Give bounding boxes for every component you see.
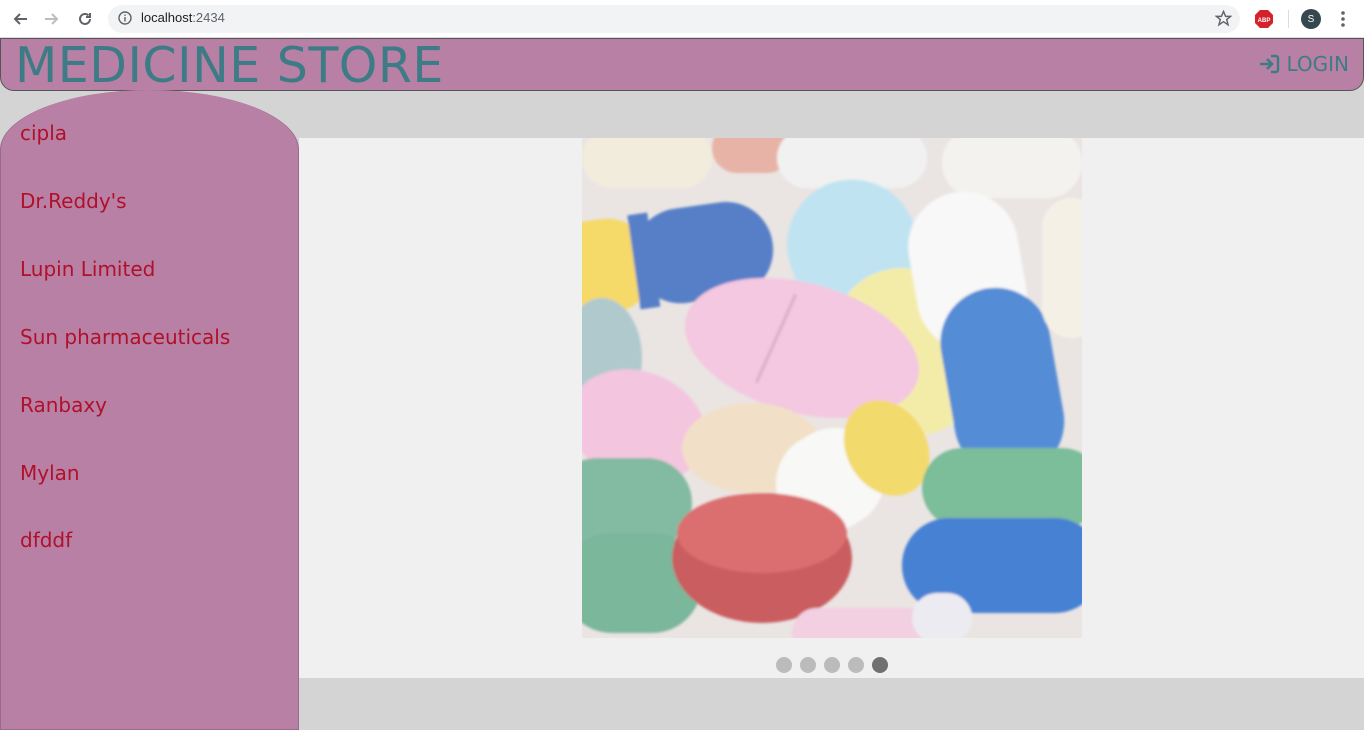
kebab-menu-icon[interactable] <box>1335 10 1351 28</box>
sidebar-item-sun-pharmaceuticals[interactable]: Sun pharmaceuticals <box>20 325 230 349</box>
login-link[interactable]: LOGIN <box>1259 52 1349 76</box>
login-label: LOGIN <box>1286 52 1349 76</box>
sidebar-item-dfddf[interactable]: dfddf <box>20 528 72 552</box>
site-title: MEDICINE STORE <box>15 37 444 94</box>
sidebar: cipla Dr.Reddy's Lupin Limited Sun pharm… <box>0 90 299 730</box>
info-icon <box>118 11 132 25</box>
forward-button[interactable] <box>41 8 63 30</box>
slide-dot-5[interactable] <box>872 657 888 673</box>
reload-icon <box>79 12 91 25</box>
sign-in-icon <box>1260 54 1280 74</box>
url-host: localhost <box>141 10 193 25</box>
address-bar[interactable]: localhost:2434 <box>108 5 1240 33</box>
sidebar-item-mylan[interactable]: Mylan <box>20 461 80 485</box>
url-port: :2434 <box>192 10 225 25</box>
sidebar-item-lupin-limited[interactable]: Lupin Limited <box>20 257 155 281</box>
pills-photo-icon <box>582 138 1082 638</box>
url-text: localhost:2434 <box>141 10 225 25</box>
profile-avatar[interactable]: S <box>1301 9 1321 29</box>
svg-text:ABP: ABP <box>1258 18 1271 24</box>
slideshow-dots <box>776 657 888 673</box>
arrow-right-icon <box>45 13 59 25</box>
bookmark-star-icon[interactable] <box>1215 10 1232 27</box>
adblock-icon[interactable]: ABP <box>1255 10 1273 28</box>
toolbar-divider <box>1288 10 1289 28</box>
site-header: MEDICINE STORE LOGIN <box>0 37 1364 94</box>
slide-dot-2[interactable] <box>800 657 816 673</box>
sidebar-item-dr-reddys[interactable]: Dr.Reddy's <box>20 189 127 213</box>
back-button[interactable] <box>9 8 31 30</box>
slide-dot-4[interactable] <box>848 657 864 673</box>
browser-toolbar: localhost:2434 ABP S <box>0 0 1364 38</box>
reload-button[interactable] <box>74 8 96 30</box>
sidebar-item-cipla[interactable]: cipla <box>20 121 67 145</box>
sidebar-item-ranbaxy[interactable]: Ranbaxy <box>20 393 107 417</box>
slide-dot-3[interactable] <box>824 657 840 673</box>
arrow-left-icon <box>13 13 27 25</box>
main-content <box>299 138 1364 678</box>
slide-dot-1[interactable] <box>776 657 792 673</box>
slideshow-image <box>582 138 1082 638</box>
